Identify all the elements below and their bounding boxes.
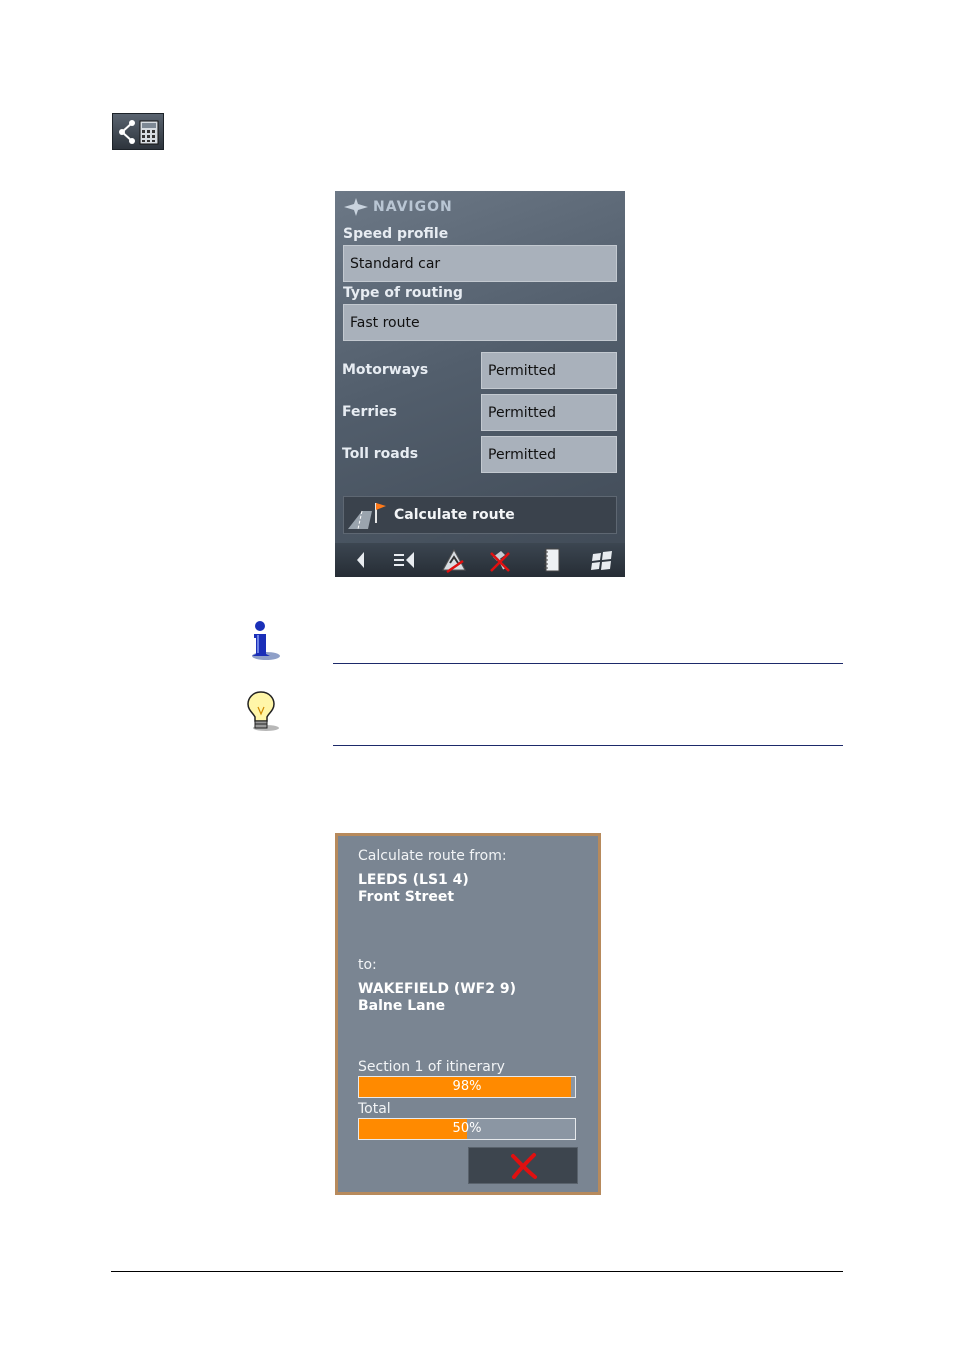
- from-street: Front Street: [358, 889, 455, 905]
- total-progress-bar: 50%: [358, 1118, 576, 1140]
- route-options-screen: NAVIGON Speed profile Standard car Type …: [335, 191, 625, 577]
- speed-profile-field[interactable]: Standard car: [343, 245, 617, 282]
- section-progress-bar: 98%: [358, 1076, 576, 1098]
- to-city: WAKEFIELD (WF2 9): [358, 981, 516, 997]
- from-label: Calculate route from:: [358, 848, 507, 864]
- light-bulb-icon: [246, 690, 280, 732]
- bottom-toolbar: [335, 543, 625, 577]
- from-city: LEEDS (LS1 4): [358, 872, 469, 888]
- route-calculation-screen: Calculate route from: LEEDS (LS1 4) Fron…: [335, 833, 601, 1195]
- cancel-button[interactable]: [468, 1147, 578, 1184]
- total-label: Total: [358, 1101, 391, 1117]
- footer-rule: [111, 1271, 843, 1272]
- close-icon: [511, 1153, 537, 1179]
- toll-roads-field[interactable]: Permitted: [481, 436, 617, 473]
- motorways-field[interactable]: Permitted: [481, 352, 617, 389]
- section-label: Section 1 of itinerary: [358, 1059, 505, 1075]
- info-note-rule: [333, 663, 843, 664]
- motorways-label: Motorways: [342, 362, 429, 378]
- ferries-field[interactable]: Permitted: [481, 394, 617, 431]
- route-calculator-icon: [112, 113, 164, 150]
- road-flag-icon: [348, 503, 386, 530]
- routing-type-field[interactable]: Fast route: [343, 304, 617, 341]
- to-label: to:: [358, 957, 377, 973]
- tip-note-rule: [333, 745, 843, 746]
- total-progress-text: 50%: [452, 1121, 482, 1136]
- notebook-icon[interactable]: [539, 547, 565, 573]
- speed-profile-label: Speed profile: [343, 226, 449, 242]
- section-progress-text: 98%: [452, 1079, 482, 1094]
- ferries-label: Ferries: [342, 404, 397, 420]
- windows-icon[interactable]: [589, 547, 615, 573]
- menu-icon[interactable]: [392, 547, 418, 573]
- calculate-route-button[interactable]: Calculate route: [343, 496, 617, 534]
- info-figure-icon: [244, 620, 282, 662]
- toll-roads-label: Toll roads: [342, 446, 419, 462]
- to-street: Balne Lane: [358, 998, 446, 1014]
- routing-type-label: Type of routing: [343, 285, 463, 301]
- back-arrow-icon[interactable]: [348, 547, 374, 573]
- calculate-route-label: Calculate route: [394, 507, 515, 523]
- gps-off-icon[interactable]: [487, 547, 513, 573]
- brand-name: NAVIGON: [373, 199, 453, 215]
- warning-icon[interactable]: [441, 547, 467, 573]
